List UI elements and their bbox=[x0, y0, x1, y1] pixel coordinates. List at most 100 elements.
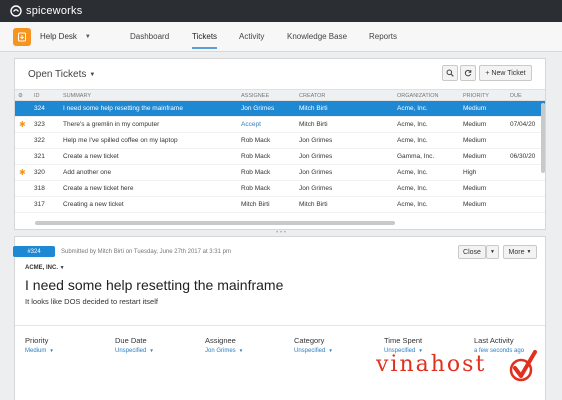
cell-priority: Medium bbox=[463, 201, 487, 208]
panel-resize-handle[interactable]: • • • bbox=[0, 230, 562, 236]
cell-organization: Gamma, Inc. bbox=[397, 153, 435, 160]
field-value-dropdown[interactable]: Medium ▼ bbox=[25, 348, 54, 354]
field-due-date: Due Date Unspecified ▼ bbox=[115, 336, 154, 354]
cell-organization: Acme, Inc. bbox=[397, 137, 428, 144]
settings-icon[interactable]: ⚙ bbox=[18, 93, 23, 99]
divider bbox=[15, 325, 545, 326]
tickets-table: ⚙ ID SUMMARY ASSIGNEE CREATOR ORGANIZATI… bbox=[15, 89, 545, 213]
nav-knowledge-base[interactable]: Knowledge Base bbox=[287, 32, 347, 41]
cell-priority: High bbox=[463, 169, 477, 176]
chevron-down-icon[interactable]: ▼ bbox=[85, 34, 91, 40]
spiceworks-logo[interactable]: spiceworks bbox=[10, 5, 82, 17]
organization-name: ACME, INC. bbox=[25, 265, 58, 271]
column-header-assignee[interactable]: ASSIGNEE bbox=[241, 93, 269, 99]
organization-dropdown[interactable]: ACME, INC. ▼ bbox=[25, 265, 65, 271]
cell-summary: I need some help resetting the mainframe bbox=[63, 105, 183, 112]
column-header-priority[interactable]: PRIORITY bbox=[463, 93, 489, 99]
field-value-dropdown[interactable]: Jon Grimes ▼ bbox=[205, 348, 243, 354]
cell-summary: Creating a new ticket bbox=[63, 201, 124, 208]
field-category: Category Unspecified ▼ bbox=[294, 336, 333, 354]
more-actions-button[interactable]: More ▼ bbox=[503, 245, 537, 259]
cell-assignee: Mitch Birti bbox=[241, 201, 270, 208]
cell-creator: Jon Grimes bbox=[299, 137, 333, 144]
cell-creator: Mitch Birti bbox=[299, 201, 328, 208]
cell-assignee: Rob Mack bbox=[241, 169, 271, 176]
field-value-dropdown[interactable]: Unspecified ▼ bbox=[115, 348, 154, 354]
cell-due: 06/30/20 bbox=[510, 153, 536, 160]
nav-activity[interactable]: Activity bbox=[239, 32, 264, 41]
cell-id: 322 bbox=[34, 137, 45, 144]
chevron-down-icon: ▼ bbox=[328, 348, 333, 353]
field-label: Assignee bbox=[205, 336, 236, 345]
cell-priority: Medium bbox=[463, 137, 487, 144]
field-label: Last Activity bbox=[474, 336, 514, 345]
field-value: Jon Grimes bbox=[205, 348, 236, 354]
field-value: Unspecified bbox=[294, 348, 326, 354]
spiceworks-logo-icon bbox=[10, 5, 22, 17]
table-row[interactable]: 321 Create a new ticket Rob Mack Jon Grimes… bbox=[15, 149, 545, 165]
table-header: ⚙ ID SUMMARY ASSIGNEE CREATOR ORGANIZATI… bbox=[15, 89, 545, 101]
nav-tickets[interactable]: Tickets bbox=[192, 32, 218, 49]
cell-assignee: Rob Mack bbox=[241, 153, 271, 160]
cell-assignee: Rob Mack bbox=[241, 137, 271, 144]
column-header-summary[interactable]: SUMMARY bbox=[63, 93, 91, 99]
cell-summary: Create a new ticket here bbox=[63, 185, 134, 192]
help-desk-app-icon[interactable] bbox=[13, 27, 31, 46]
app-nav-bar: Help Desk ▼ Dashboard Tickets Activity K… bbox=[0, 22, 562, 52]
field-priority: Priority Medium ▼ bbox=[25, 336, 54, 354]
table-row[interactable]: 318 Create a new ticket here Rob Mack Jon G… bbox=[15, 181, 545, 197]
app-switcher[interactable]: Help Desk bbox=[40, 32, 77, 41]
cell-summary: There's a gremlin in my computer bbox=[63, 121, 160, 128]
ticket-subject[interactable]: I need some help resetting the mainframe bbox=[25, 277, 283, 293]
column-header-organization[interactable]: ORGANIZATION bbox=[397, 93, 438, 99]
chevron-down-icon: ▼ bbox=[526, 249, 532, 255]
tickets-panel: Open Tickets ▼ + New Ticket ⚙ ID SUMMARY … bbox=[14, 58, 546, 230]
field-assignee: Assignee Jon Grimes ▼ bbox=[205, 336, 243, 354]
watermark-checkmark-icon bbox=[509, 350, 537, 382]
cell-organization: Acme, Inc. bbox=[397, 105, 428, 112]
column-header-creator[interactable]: CREATOR bbox=[299, 93, 325, 99]
close-options-dropdown[interactable]: ▼ bbox=[486, 245, 499, 259]
nav-dashboard[interactable]: Dashboard bbox=[130, 32, 169, 41]
table-row[interactable]: 324 I need some help resetting the mainfr… bbox=[15, 101, 545, 117]
table-row[interactable]: 317 Creating a new ticket Mitch Birti Mitch… bbox=[15, 197, 545, 213]
chevron-down-icon: ▼ bbox=[238, 348, 244, 353]
chevron-down-icon: ▼ bbox=[49, 348, 54, 353]
chevron-down-icon: ▼ bbox=[149, 348, 154, 353]
brand-name: spiceworks bbox=[26, 5, 83, 17]
close-ticket-button[interactable]: Close bbox=[458, 245, 486, 259]
table-row[interactable]: ✱ 323 There's a gremlin in my computer Acce… bbox=[15, 117, 545, 133]
new-ticket-button[interactable]: + New Ticket bbox=[479, 65, 532, 81]
cell-priority: Medium bbox=[463, 105, 487, 112]
horizontal-scrollbar[interactable] bbox=[35, 221, 395, 225]
search-icon bbox=[446, 69, 454, 77]
cell-creator: Jon Grimes bbox=[299, 153, 333, 160]
chevron-down-icon: ▼ bbox=[89, 72, 96, 78]
column-header-due[interactable]: DUE bbox=[510, 93, 522, 99]
refresh-button[interactable] bbox=[460, 65, 476, 81]
cell-id: 317 bbox=[34, 201, 45, 208]
refresh-icon bbox=[464, 69, 472, 77]
field-value-dropdown[interactable]: Unspecified ▼ bbox=[294, 348, 333, 354]
column-header-id[interactable]: ID bbox=[34, 93, 40, 99]
cell-priority: Medium bbox=[463, 121, 487, 128]
search-button[interactable] bbox=[442, 65, 458, 81]
cell-id: 324 bbox=[34, 105, 45, 112]
table-row[interactable]: 322 Help me I've spilled coffee on my lap… bbox=[15, 133, 545, 149]
star-icon[interactable]: ✱ bbox=[19, 168, 26, 177]
cell-creator: Jon Grimes bbox=[299, 169, 333, 176]
submitted-info: Submitted by Mitch Birti on Tuesday, Jun… bbox=[61, 249, 231, 255]
vertical-scrollbar[interactable] bbox=[541, 103, 545, 173]
ticket-number-badge: #324 bbox=[13, 246, 55, 257]
field-label: Time Spent bbox=[384, 336, 423, 345]
cell-assignee[interactable]: Accept bbox=[241, 121, 261, 128]
cell-priority: Medium bbox=[463, 185, 487, 192]
table-row[interactable]: ✱ 320 Add another one Rob Mack Jon Grimes Acm… bbox=[15, 165, 545, 181]
ticket-filter-dropdown[interactable]: Open Tickets ▼ bbox=[28, 69, 95, 80]
chevron-down-icon: ▼ bbox=[490, 249, 495, 255]
field-label: Category bbox=[294, 336, 325, 345]
field-value: Medium bbox=[25, 348, 47, 354]
star-icon[interactable]: ✱ bbox=[19, 120, 26, 129]
nav-reports[interactable]: Reports bbox=[369, 32, 397, 41]
cell-due: 07/04/20 bbox=[510, 121, 536, 128]
